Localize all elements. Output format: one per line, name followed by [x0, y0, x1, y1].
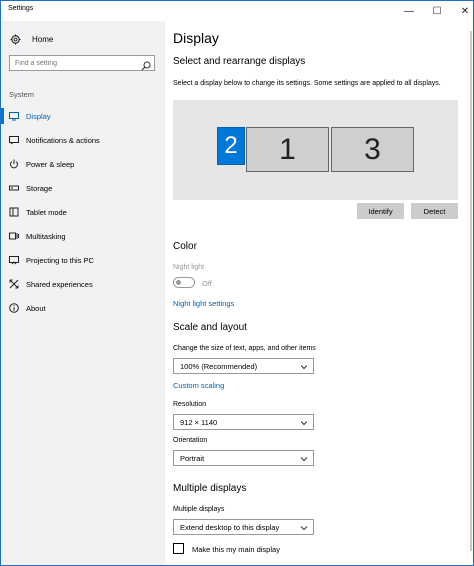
projecting-icon [9, 255, 19, 265]
resolution-select-value: 912 × 1140 [180, 417, 218, 427]
multitasking-icon [9, 231, 19, 241]
main-display-checkbox[interactable] [173, 543, 184, 554]
tablet-icon [9, 207, 19, 217]
resolution-label: Resolution [173, 401, 207, 408]
display-arrangement-area: 2 1 3 [173, 100, 458, 200]
title-bar: Settings — ☐ ✕ [1, 1, 473, 21]
sidebar-item-power-sleep[interactable]: Power & sleep [1, 152, 165, 176]
sidebar-item-notifications[interactable]: Notifications & actions [1, 128, 165, 152]
sidebar-item-label: Power & sleep [26, 159, 75, 169]
night-light-state: Off [202, 279, 212, 288]
sidebar-item-storage[interactable]: Storage [1, 176, 165, 200]
scale-select-value: 100% (Recommended) [180, 361, 258, 371]
sidebar-item-label: Projecting to this PC [26, 255, 94, 265]
detect-button[interactable]: Detect [411, 203, 458, 219]
page-title: Display [173, 30, 219, 46]
sidebar-item-multitasking[interactable]: Multitasking [1, 224, 165, 248]
night-light-toggle[interactable] [173, 277, 195, 288]
chevron-down-icon [299, 418, 309, 428]
minimize-button[interactable]: — [395, 2, 423, 20]
sidebar-item-label: Notifications & actions [26, 135, 100, 145]
power-icon [9, 159, 19, 169]
sidebar: Home System Display Notifications & acti… [1, 21, 165, 565]
monitor-3[interactable]: 3 [331, 127, 414, 172]
resolution-select[interactable]: 912 × 1140 [173, 414, 314, 430]
sidebar-section-label: System [9, 90, 35, 99]
window-title: Settings [8, 5, 34, 12]
sidebar-item-label: Multitasking [26, 231, 66, 241]
sidebar-item-tablet-mode[interactable]: Tablet mode [1, 200, 165, 224]
identify-button[interactable]: Identify [357, 203, 404, 219]
multiple-displays-select[interactable]: Extend desktop to this display [173, 519, 314, 535]
storage-icon [9, 183, 19, 193]
toggle-knob [176, 280, 181, 285]
orientation-select-value: Portrait [180, 453, 205, 463]
gear-icon [9, 33, 21, 45]
sidebar-item-display[interactable]: Display [1, 104, 165, 128]
night-light-label: Night light [173, 264, 205, 271]
search-box[interactable] [9, 55, 155, 71]
home-label: Home [32, 34, 54, 44]
multiple-displays-heading: Multiple displays [173, 483, 247, 494]
sidebar-item-label: About [26, 303, 46, 313]
multiple-displays-select-value: Extend desktop to this display [180, 522, 280, 532]
chevron-down-icon [299, 523, 309, 533]
scrollbar[interactable] [470, 31, 472, 551]
maximize-button[interactable]: ☐ [423, 2, 451, 20]
sidebar-nav: Display Notifications & actions Power & … [1, 104, 165, 320]
sidebar-item-label: Shared experiences [26, 279, 93, 289]
shared-experiences-icon [9, 279, 19, 289]
chevron-down-icon [299, 454, 309, 464]
sidebar-item-shared-experiences[interactable]: Shared experiences [1, 272, 165, 296]
sidebar-item-label: Tablet mode [26, 207, 67, 217]
home-link[interactable]: Home [9, 33, 53, 45]
sidebar-item-label: Display [26, 111, 51, 121]
color-heading: Color [173, 241, 197, 252]
notifications-icon [9, 135, 19, 145]
orientation-label: Orientation [173, 437, 208, 444]
sidebar-item-projecting[interactable]: Projecting to this PC [1, 248, 165, 272]
monitor-2[interactable]: 2 [217, 127, 245, 165]
close-button[interactable]: ✕ [451, 2, 474, 20]
search-input[interactable] [10, 56, 138, 70]
main-content: Display Select and rearrange displays Se… [165, 21, 473, 565]
arrange-description: Select a display below to change its set… [173, 80, 441, 87]
search-icon[interactable] [141, 58, 151, 71]
sidebar-item-label: Storage [26, 183, 53, 193]
size-label: Change the size of text, apps, and other… [173, 345, 316, 352]
info-icon [9, 303, 19, 313]
custom-scaling-link[interactable]: Custom scaling [173, 381, 224, 390]
scale-heading: Scale and layout [173, 322, 247, 333]
arrange-heading: Select and rearrange displays [173, 56, 306, 67]
scale-select[interactable]: 100% (Recommended) [173, 358, 314, 374]
chevron-down-icon [299, 362, 309, 372]
orientation-select[interactable]: Portrait [173, 450, 314, 466]
sidebar-item-about[interactable]: About [1, 296, 165, 320]
night-light-settings-link[interactable]: Night light settings [173, 299, 234, 308]
settings-window: Settings — ☐ ✕ Home System Display [0, 0, 474, 566]
main-display-label: Make this my main display [192, 545, 280, 554]
multiple-displays-label: Multiple displays [173, 506, 225, 513]
monitor-1[interactable]: 1 [246, 127, 329, 172]
monitor-icon [9, 111, 19, 121]
